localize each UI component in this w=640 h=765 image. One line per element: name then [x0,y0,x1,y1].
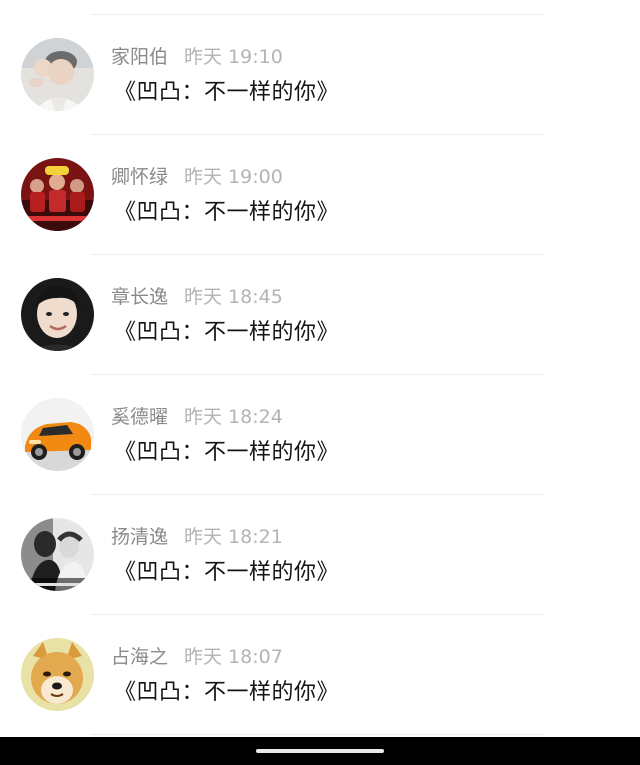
message-preview[interactable]: 《凹凸：不一样的你》 [114,78,339,108]
timestamp: 昨天 18:24 [184,406,283,428]
avatar[interactable] [21,398,94,471]
sender-name[interactable]: 章长逸 [111,286,168,308]
orange-sports-car-icon [21,398,94,471]
avatar[interactable] [21,38,94,111]
group-poster-icon [21,158,94,231]
message-preview[interactable]: 《凹凸：不一样的你》 [114,198,339,228]
couple-photo-icon [21,518,94,591]
message-item[interactable]: 章长逸 昨天 18:45 《凹凸：不一样的你》 [0,255,640,375]
avatar[interactable] [21,518,94,591]
chat-list-screen: 家阳伯 昨天 19:10 《凹凸：不一样的你》 卿怀绿 昨天 19:00 《凹凸… [0,0,640,765]
message-preview[interactable]: 《凹凸：不一样的你》 [114,558,339,588]
timestamp: 昨天 18:07 [184,646,283,668]
timestamp: 昨天 18:21 [184,526,283,548]
message-item[interactable]: 占海之 昨天 18:07 《凹凸：不一样的你》 [0,615,640,735]
timestamp: 昨天 19:10 [184,46,283,68]
message-preview[interactable]: 《凹凸：不一样的你》 [114,318,339,348]
sender-name[interactable]: 占海之 [111,646,168,668]
sender-name[interactable]: 扬清逸 [111,526,168,548]
message-item[interactable]: 家阳伯 昨天 19:10 《凹凸：不一样的你》 [0,15,640,135]
avatar[interactable] [21,158,94,231]
timestamp: 昨天 18:45 [184,286,283,308]
message-preview[interactable]: 《凹凸：不一样的你》 [114,678,339,708]
message-item[interactable]: 奚德曜 昨天 18:24 《凹凸：不一样的你》 [0,375,640,495]
timestamp: 昨天 19:00 [184,166,283,188]
home-indicator[interactable] [256,749,384,753]
message-item[interactable]: 卿怀绿 昨天 19:00 《凹凸：不一样的你》 [0,135,640,255]
sender-name[interactable]: 卿怀绿 [111,166,168,188]
young-man-photo-icon [21,38,94,111]
message-item[interactable]: 扬清逸 昨天 18:21 《凹凸：不一样的你》 [0,495,640,615]
avatar[interactable] [21,278,94,351]
doge-dog-icon [21,638,94,711]
message-list: 家阳伯 昨天 19:10 《凹凸：不一样的你》 卿怀绿 昨天 19:00 《凹凸… [0,15,640,735]
system-navigation-bar [0,737,640,765]
sender-name[interactable]: 奚德曜 [111,406,168,428]
smiling-boy-photo-icon [21,278,94,351]
message-preview[interactable]: 《凹凸：不一样的你》 [114,438,339,468]
avatar[interactable] [21,638,94,711]
sender-name[interactable]: 家阳伯 [111,46,168,68]
